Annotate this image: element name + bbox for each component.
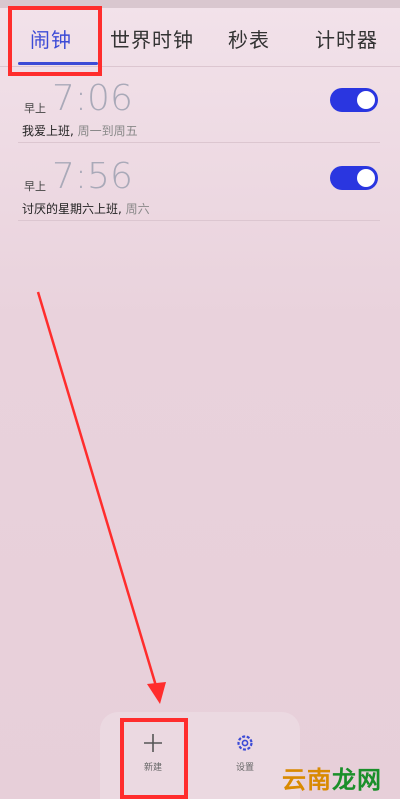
clock-app-screen: 闹钟 世界时钟 秒表 计时器 早上 7:06 我爱上班, 周一到周五 早上 7:…	[0, 0, 400, 799]
annotation-highlight-add	[120, 718, 188, 799]
watermark-logo: 云南龙网	[282, 760, 382, 795]
annotation-arrow	[36, 291, 166, 704]
settings-label: 设置	[235, 763, 254, 773]
watermark-part1: 云南	[282, 766, 332, 794]
gear-icon	[237, 735, 253, 751]
watermark-part2: 龙网	[332, 766, 382, 794]
settings-button[interactable]: 设置	[220, 732, 270, 773]
